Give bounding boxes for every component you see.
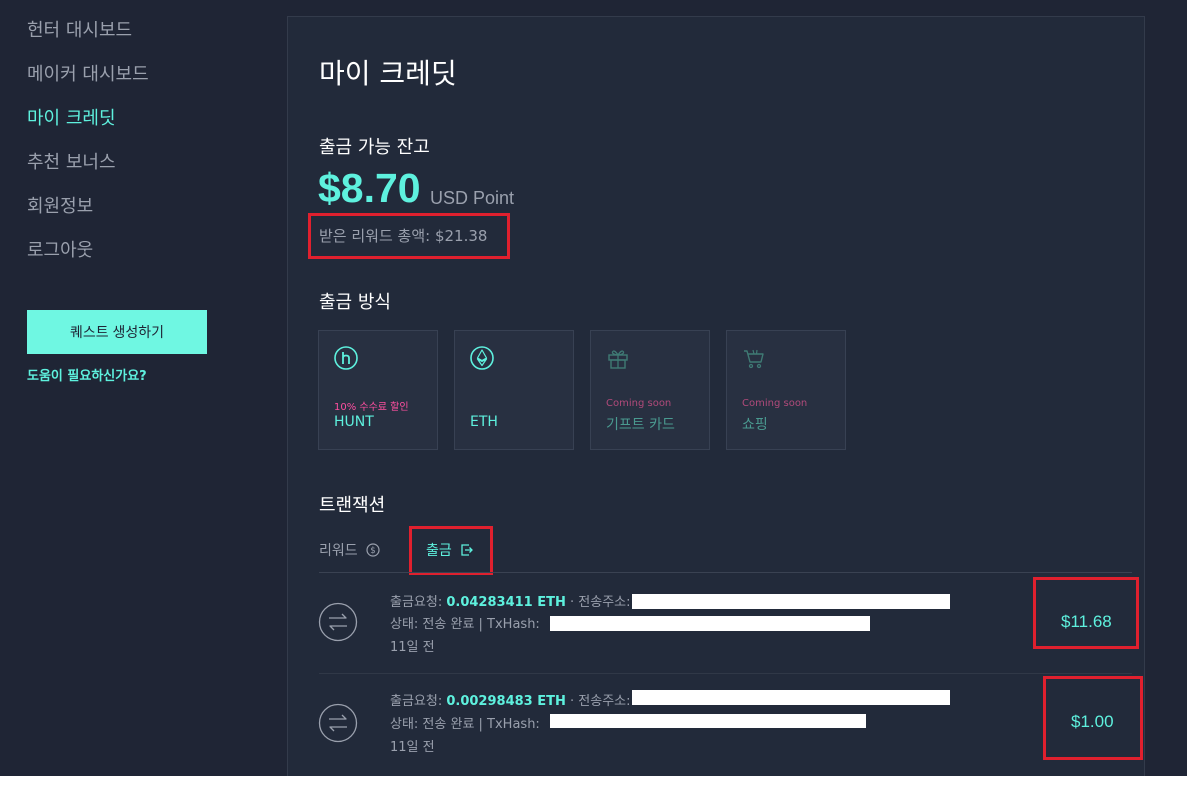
method-name: ETH: [470, 414, 498, 430]
hunt-icon: [334, 346, 358, 370]
method-name: HUNT: [334, 414, 374, 430]
sidebar-item-logout[interactable]: 로그아웃: [27, 236, 93, 262]
withdraw-method-label: 출금 방식: [319, 292, 391, 313]
transaction-date: 11일 전: [390, 740, 435, 755]
tab-reward-label: 리워드: [319, 543, 358, 559]
transaction-request: 출금요청: 0.00298483 ETH · 전송주소:: [390, 694, 631, 709]
tabs-divider: [319, 572, 1132, 573]
svg-text:$: $: [370, 546, 375, 556]
eth-icon: [470, 346, 494, 370]
highlight-box-total-reward: [308, 213, 510, 259]
method-card-eth[interactable]: ETH: [454, 330, 574, 450]
method-sub-label: Coming soon: [606, 398, 672, 409]
app-window: 헌터 대시보드 메이커 대시보드 마이 크레딧 추천 보너스 회원정보 로그아웃…: [0, 0, 1187, 776]
sidebar-item-member-info[interactable]: 회원정보: [27, 192, 93, 218]
help-link[interactable]: 도움이 필요하신가요?: [27, 365, 147, 384]
transfer-icon: [318, 602, 358, 642]
gift-icon: [608, 350, 628, 369]
balance-amount: $8.70: [318, 165, 421, 211]
redacted-txhash: [550, 616, 870, 631]
transactions-label: 트랜잭션: [319, 495, 386, 516]
transaction-date: 11일 전: [390, 640, 435, 655]
create-quest-button[interactable]: 퀘스트 생성하기: [27, 310, 207, 354]
redacted-txhash: [550, 714, 866, 728]
highlight-box-amount: [1033, 577, 1139, 649]
cart-icon: [744, 349, 764, 369]
method-name: 쇼핑: [742, 417, 768, 433]
method-card-shopping[interactable]: Coming soon 쇼핑: [726, 330, 846, 450]
transfer-icon: [318, 703, 358, 743]
highlight-box-withdraw-tab: [409, 526, 493, 575]
sidebar-item-hunter-dashboard[interactable]: 헌터 대시보드: [27, 16, 132, 42]
transaction-divider: [319, 673, 1132, 674]
sidebar-item-my-credit[interactable]: 마이 크레딧: [27, 104, 116, 130]
redacted-address: [632, 594, 950, 609]
balance-label: 출금 가능 잔고: [319, 137, 430, 158]
dollar-coin-icon: $: [366, 543, 380, 557]
method-sub-label: Coming soon: [742, 398, 808, 409]
method-card-gift-card[interactable]: Coming soon 기프트 카드: [590, 330, 710, 450]
sidebar-item-maker-dashboard[interactable]: 메이커 대시보드: [27, 60, 149, 86]
method-card-hunt[interactable]: 10% 수수료 할인 HUNT: [318, 330, 438, 450]
transaction-request: 출금요청: 0.04283411 ETH · 전송주소:: [390, 595, 631, 610]
main-panel: 마이 크레딧 출금 가능 잔고 $8.70 USD Point 받은 리워드 총…: [287, 16, 1145, 776]
method-name: 기프트 카드: [606, 417, 675, 433]
sidebar-item-referral-bonus[interactable]: 추천 보너스: [27, 148, 116, 174]
balance-unit: USD Point: [430, 188, 515, 208]
highlight-box-amount: [1043, 676, 1143, 760]
transaction-status: 상태: 전송 완료 | TxHash:: [390, 717, 540, 732]
transaction-status: 상태: 전송 완료 | TxHash:: [390, 617, 540, 632]
method-sub-label: 10% 수수료 할인: [334, 402, 409, 413]
tab-reward[interactable]: 리워드 $: [319, 540, 380, 560]
redacted-address: [632, 690, 950, 705]
page-title: 마이 크레딧: [319, 57, 457, 90]
